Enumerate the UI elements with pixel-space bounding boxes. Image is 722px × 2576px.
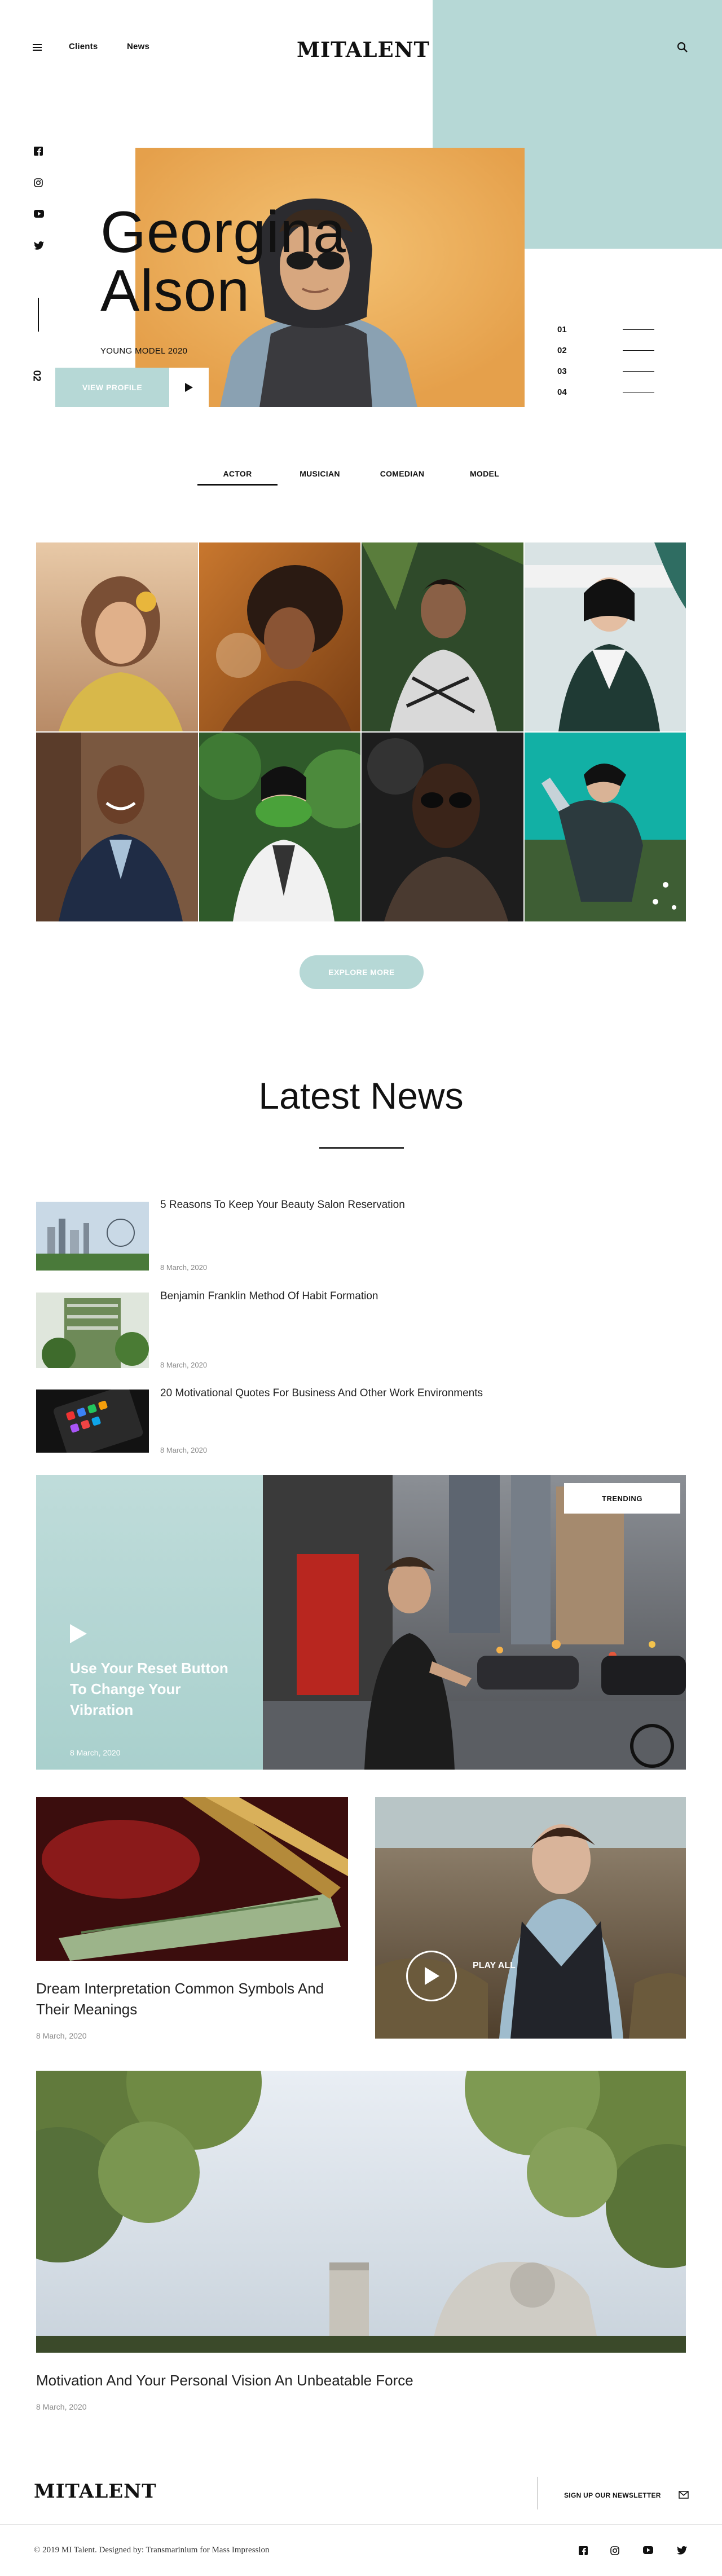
news-thumbnail[interactable] [36,1293,149,1368]
hero-name: Georgina Alson [100,203,346,320]
play-icon [425,1967,439,1985]
pager-label: 02 [557,346,567,355]
hero-name-line2: Alson [100,258,250,324]
trending-badge: TRENDING [564,1483,680,1514]
tab-actor[interactable]: ACTOR [197,469,278,478]
pager-item-1[interactable]: 01 [557,325,654,334]
logo[interactable]: MITALENT [297,37,430,62]
nav-news[interactable]: News [127,42,149,51]
play-all-button[interactable] [406,1951,457,2001]
talent-card[interactable] [362,542,523,731]
news-thumbnail[interactable] [36,1202,149,1271]
play-icon[interactable] [70,1624,87,1646]
menu-icon[interactable] [33,44,42,51]
talent-card[interactable] [524,733,686,921]
pager-item-4[interactable]: 04 [557,387,654,397]
pager-item-3[interactable]: 03 [557,367,654,376]
youtube-icon[interactable] [643,2546,653,2556]
play-all-label[interactable]: PLAY ALL [473,1961,516,1971]
talent-grid [36,542,686,921]
tab-model[interactable]: MODEL [454,469,516,478]
talent-card[interactable] [36,542,198,731]
trending-title[interactable]: Use Your Reset Button To Change Your Vib… [70,1658,239,1721]
pager-label: 03 [557,367,567,376]
trending-image[interactable] [263,1475,686,1770]
talent-card[interactable] [199,733,360,921]
facebook-icon[interactable] [34,147,44,157]
youtube-icon[interactable] [34,210,44,220]
news-thumbnail[interactable] [36,1390,149,1453]
footer-divider [0,2524,722,2525]
tab-active-underline [197,484,278,486]
trending-panel[interactable] [36,1475,263,1770]
news-item-date: 8 March, 2020 [160,1263,208,1272]
news-card-image[interactable] [375,1797,686,2039]
pager-item-2[interactable]: 02 [557,346,654,355]
hero-name-line1: Georgina [100,200,346,265]
news-item-date: 8 March, 2020 [160,1361,208,1369]
facebook-icon[interactable] [579,2546,589,2556]
news-card-image[interactable] [36,2071,686,2353]
mail-icon[interactable] [679,2491,689,2499]
talent-card[interactable] [362,733,523,921]
play-button[interactable] [169,368,209,407]
search-icon[interactable] [677,42,688,53]
nav-clients[interactable]: Clients [69,42,98,51]
twitter-icon[interactable] [677,2546,687,2556]
news-item-title[interactable]: 20 Motivational Quotes For Business And … [160,1387,483,1400]
instagram-icon[interactable] [610,2546,620,2556]
news-item-title[interactable]: 5 Reasons To Keep Your Beauty Salon Rese… [160,1199,405,1211]
news-card-title[interactable]: Dream Interpretation Common Symbols And … [36,1978,348,2020]
hero-tagline: YOUNG MODEL 2020 [100,346,188,356]
pager-label: 01 [557,325,567,334]
talent-card[interactable] [524,542,686,731]
tab-musician[interactable]: MUSICIAN [289,469,351,478]
section-title: Latest News [258,1075,464,1117]
talent-card[interactable] [199,542,360,731]
footer-logo[interactable]: MITALENT [34,2480,157,2503]
copyright-text: © 2019 MI Talent. Designed by: Transmari… [34,2546,270,2555]
pager-label: 04 [557,387,567,397]
explore-more-button[interactable]: EXPLORE MORE [300,955,424,989]
trending-date: 8 March, 2020 [70,1748,121,1757]
divider [537,2477,538,2509]
twitter-icon[interactable] [34,241,44,252]
news-card-date: 8 March, 2020 [36,2031,87,2040]
news-card-image[interactable] [36,1797,348,1961]
news-card-date: 8 March, 2020 [36,2402,87,2411]
slide-number: 02 [31,370,43,382]
newsletter-link[interactable]: SIGN UP OUR NEWSLETTER [564,2491,661,2499]
play-icon [185,383,193,392]
slider-indicator-line [38,298,39,332]
talent-card[interactable] [36,733,198,921]
view-profile-button[interactable]: VIEW PROFILE [55,368,169,407]
news-card-title[interactable]: Motivation And Your Personal Vision An U… [36,2370,686,2391]
divider [319,1147,404,1149]
tab-comedian[interactable]: COMEDIAN [371,469,433,478]
instagram-icon[interactable] [34,178,44,188]
news-item-title[interactable]: Benjamin Franklin Method Of Habit Format… [160,1290,378,1303]
news-item-date: 8 March, 2020 [160,1446,208,1454]
